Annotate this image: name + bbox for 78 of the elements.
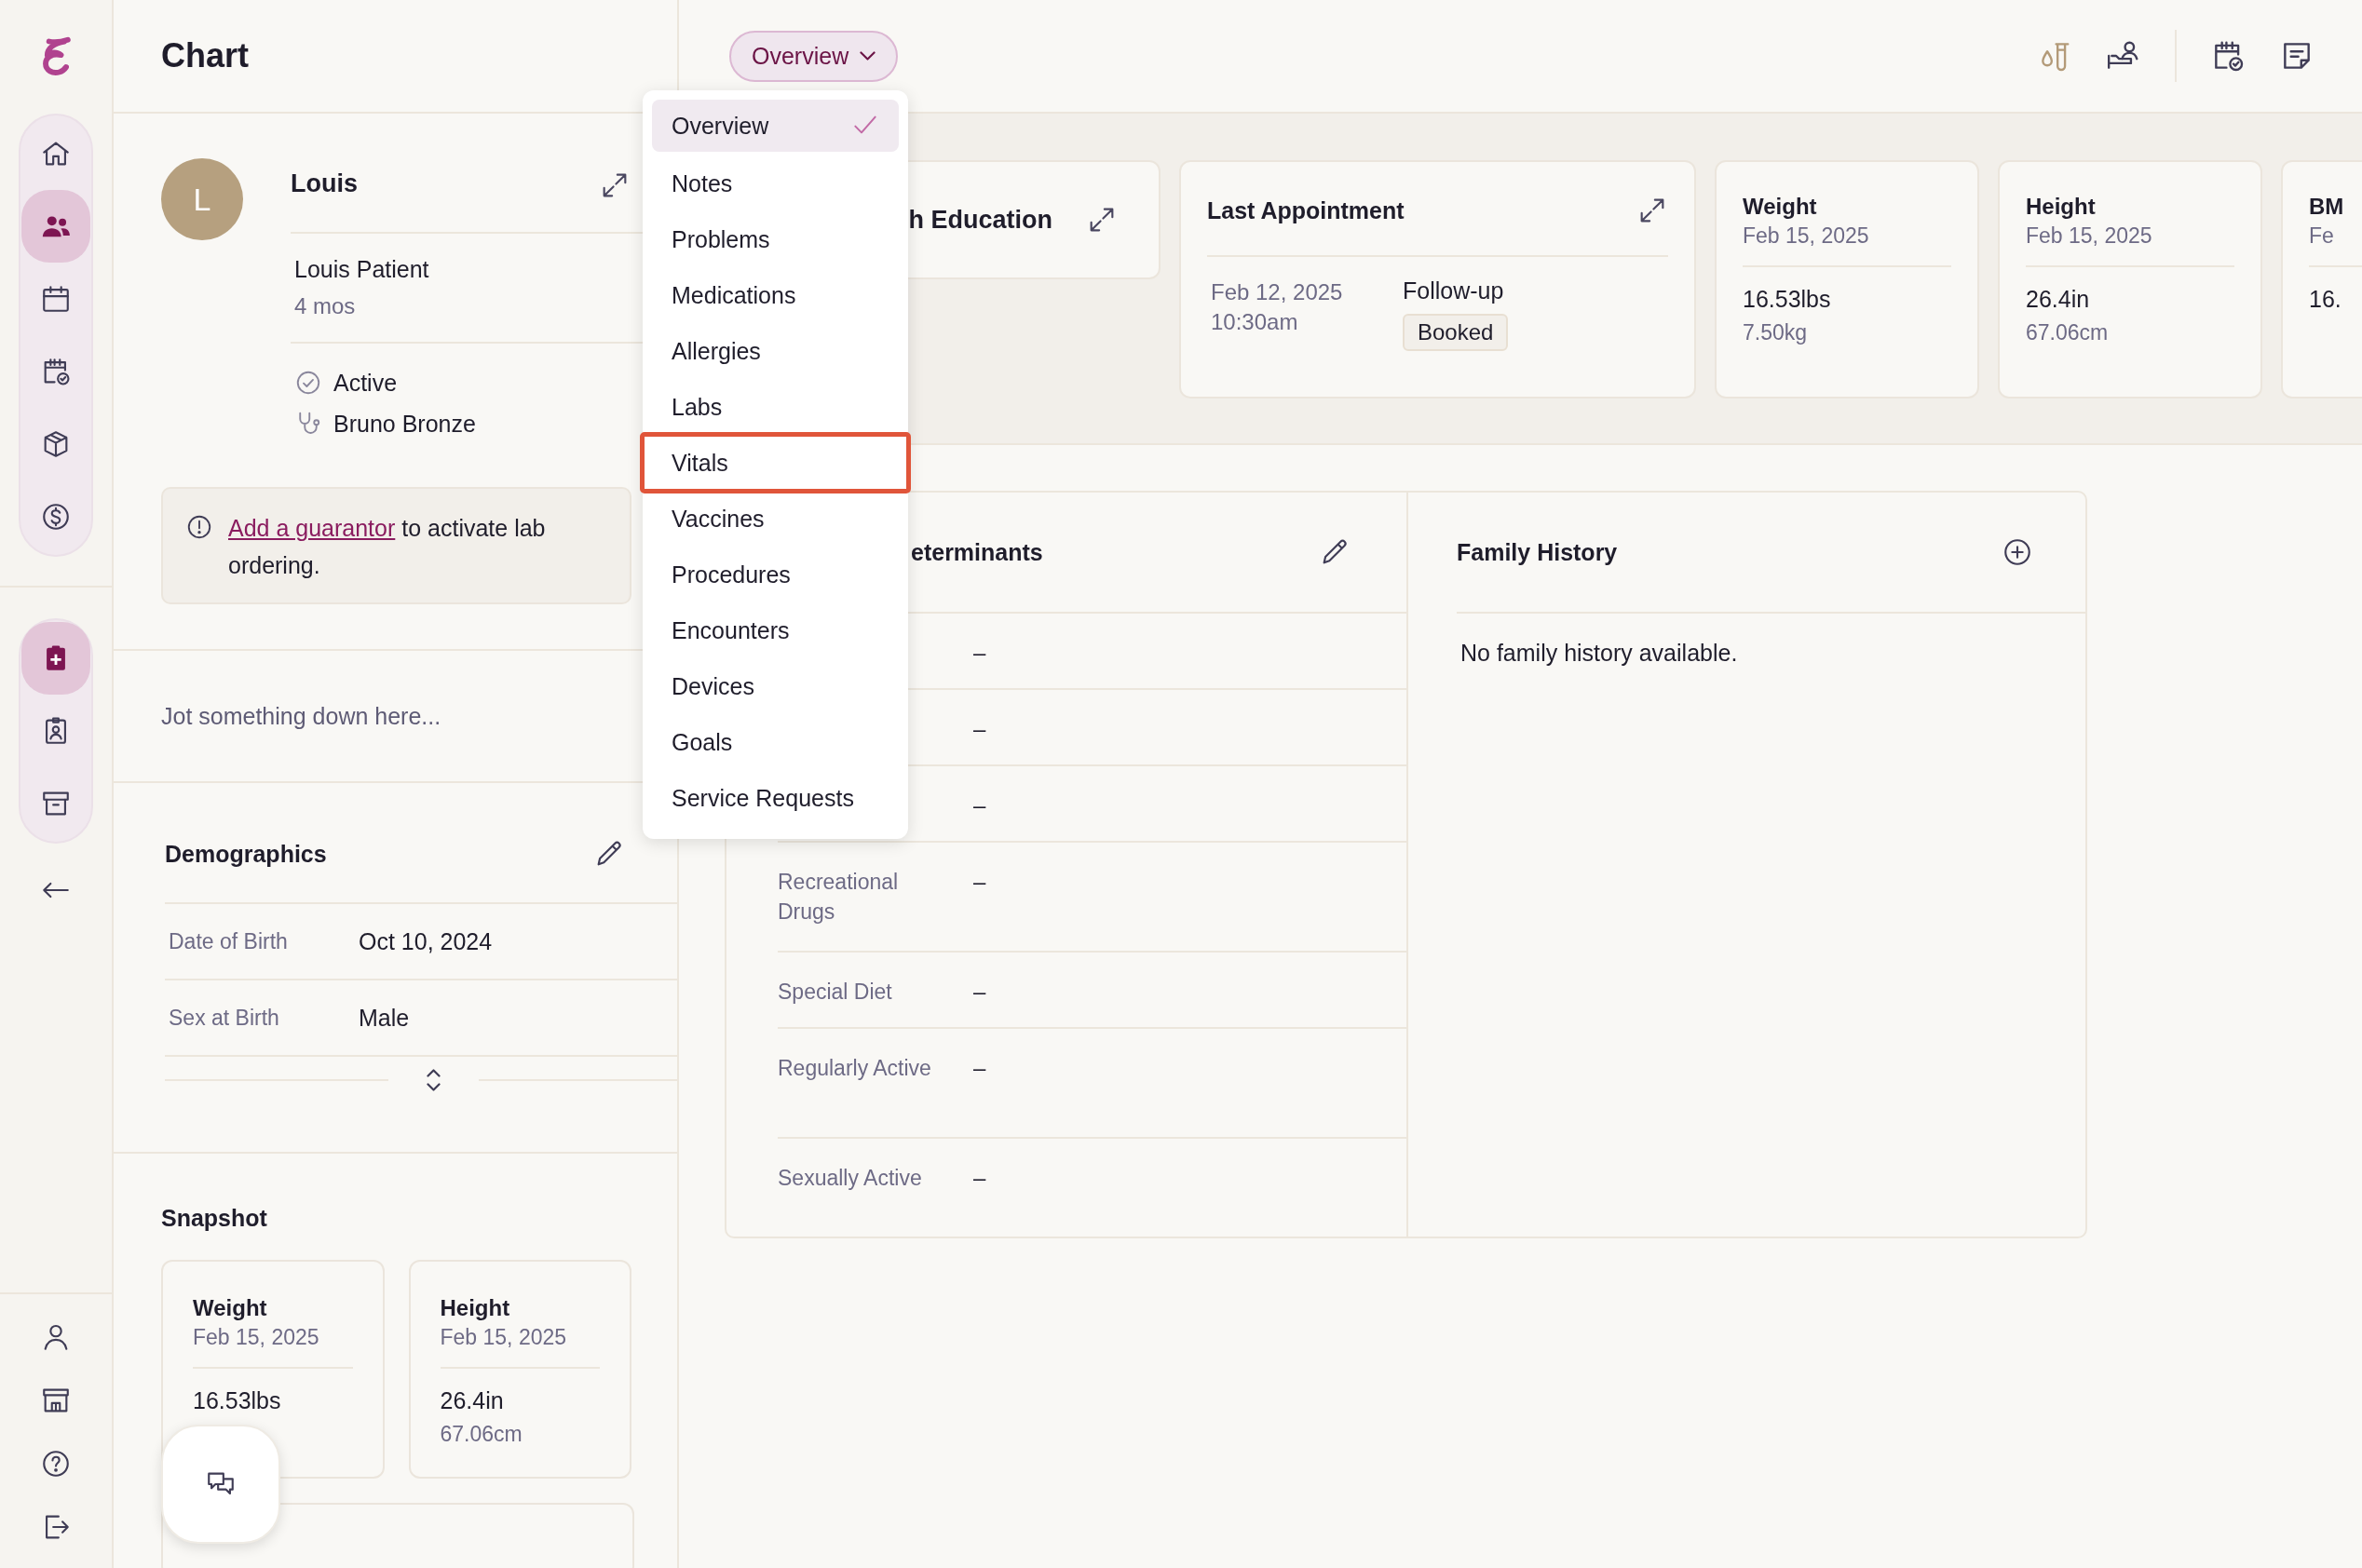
section-title: eterminants (911, 538, 1043, 566)
appointment-time: 10:30am (1211, 308, 1299, 336)
vital-title: Weight (1743, 194, 1818, 220)
card-title: h Education (908, 205, 1052, 235)
field-value: – (973, 1164, 986, 1192)
menu-item[interactable]: Goals (652, 714, 899, 770)
section-title: Snapshot (161, 1205, 268, 1232)
status-tag: Booked (1403, 314, 1509, 351)
help-icon (40, 1448, 72, 1480)
menu-item[interactable]: Overview (652, 100, 899, 152)
provider-name: Bruno Bronze (333, 410, 476, 439)
dollar-icon (40, 501, 72, 533)
field-label: Date of Birth (168, 928, 289, 954)
vital-date: Feb 15, 2025 (193, 1325, 320, 1350)
menu-item[interactable]: Devices (652, 658, 899, 714)
field-value: Male (359, 1004, 410, 1032)
vital-value: 16.53lbs (193, 1387, 282, 1414)
guarantor-link[interactable]: Add a guarantor (228, 515, 396, 541)
vital-date: Feb 15, 2025 (440, 1325, 568, 1350)
vital-secondary: 67.06cm (2026, 320, 2110, 345)
field-label: Recreational Drugs (778, 869, 900, 926)
vital-value: 26.4in (440, 1387, 505, 1414)
section-title: Demographics (165, 840, 327, 868)
field-value: – (973, 1054, 986, 1082)
calendar-icon (40, 283, 72, 315)
vital-title: Weight (193, 1295, 268, 1321)
vital-value: 26.4in (2026, 286, 2091, 313)
vital-date: Feb 15, 2025 (1743, 223, 1870, 249)
field-value: – (973, 868, 986, 896)
caret-icon (860, 51, 876, 61)
card-title: Last Appointment (1207, 196, 1405, 224)
section-title: Family History (1457, 538, 1618, 566)
menu-item[interactable]: Vitals (643, 435, 908, 491)
appointment-date: Feb 12, 2025 (1211, 278, 1344, 306)
vital-date: Feb 15, 2025 (2026, 223, 2153, 249)
menu-item[interactable]: Problems (652, 211, 899, 267)
alert-message: Add a guarantor to activate lab ordering. (228, 514, 547, 580)
notes-field[interactable]: Jot something down here... (161, 702, 608, 730)
vital-title: BM (2309, 194, 2345, 220)
menu-item[interactable]: Vaccines (652, 491, 899, 547)
menu-item[interactable]: Notes (652, 155, 899, 211)
patient-full-name: Louis Patient (294, 255, 430, 284)
menu-item[interactable]: Procedures (652, 547, 899, 602)
vital-secondary: 7.50kg (1743, 320, 1809, 345)
vital-title: Height (440, 1295, 511, 1321)
field-value: – (973, 978, 986, 1006)
menu-item[interactable]: Allergies (652, 323, 899, 379)
view-dropdown[interactable]: Overview (729, 30, 899, 82)
field-value: – (973, 715, 986, 743)
field-value: – (973, 639, 986, 667)
vital-value: 16.53lbs (1743, 286, 1832, 313)
menu-item[interactable]: Encounters (652, 602, 899, 658)
check-circle-icon (294, 369, 322, 397)
menu-item[interactable]: Service Requests (652, 770, 899, 826)
field-label: Sex at Birth (168, 1005, 280, 1031)
alert-icon (185, 513, 213, 541)
add-icon[interactable] (2002, 536, 2033, 568)
nav-button[interactable] (21, 622, 90, 695)
field-label: Regularly Active (778, 1055, 932, 1082)
panel-title: Chart (161, 36, 249, 75)
avatar: L (161, 158, 243, 240)
patient-status: Active (333, 369, 398, 398)
vital-secondary: 67.06cm (440, 1422, 523, 1447)
menu-item[interactable]: Labs (652, 379, 899, 435)
vital-date: Fe (2309, 223, 2335, 249)
field-value: Oct 10, 2024 (359, 927, 493, 955)
empty-message: No family history available. (1460, 640, 1739, 667)
appointment-type: Follow-up (1403, 277, 1504, 304)
patient-name: Louis (291, 169, 358, 198)
nav-button[interactable] (21, 190, 90, 263)
expand-chevron-icon[interactable] (427, 1069, 441, 1091)
patient-age: 4 mos (294, 292, 357, 320)
field-label: Sexually Active (778, 1165, 923, 1192)
vital-value: 16. (2309, 286, 2342, 313)
vital-title: Height (2026, 194, 2097, 220)
menu-item[interactable]: Medications (652, 267, 899, 323)
field-label: Special Diet (778, 979, 893, 1006)
field-value: – (973, 791, 986, 819)
